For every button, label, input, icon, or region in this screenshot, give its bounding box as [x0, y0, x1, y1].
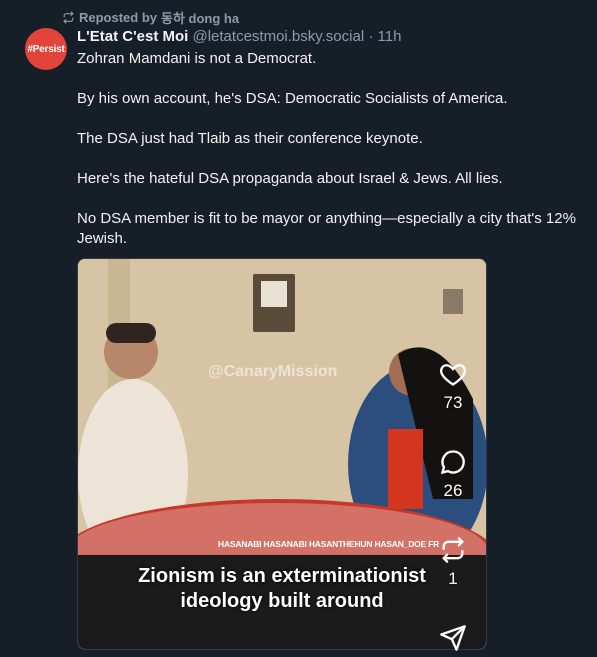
caption-line-1: Zionism is an exterminationist [138, 565, 426, 587]
video-tag-strip: HASANABI HASANABI HASANTHEHUN HASAN_DOE … [218, 539, 440, 549]
comment-action[interactable]: 26 [438, 448, 468, 501]
share-icon [440, 625, 466, 651]
repost-count: 1 [448, 569, 458, 588]
repost-icon [442, 537, 464, 563]
author-name[interactable]: L'Etat C'est Moi [77, 28, 188, 45]
post-paragraph: No DSA member is fit to be mayor or anyt… [77, 210, 576, 247]
video-embed[interactable]: @CanaryMission HASANABI HASANABI HASANTH… [77, 258, 487, 650]
post-header: L'Etat C'est Moi @letatcestmoi.bsky.soci… [77, 28, 401, 45]
comment-icon [440, 450, 465, 475]
avatar-text: #Persist [27, 43, 65, 55]
video-watermark: @CanaryMission [208, 363, 338, 380]
post-time[interactable]: 11h [378, 28, 402, 45]
post-text: Zohran Mamdani is not a Democrat. By his… [77, 49, 582, 269]
post-paragraph: Here's the hateful DSA propaganda about … [77, 170, 503, 187]
repost-action[interactable]: 1 [438, 536, 468, 589]
share-action[interactable] [438, 624, 468, 657]
repost-icon [63, 11, 74, 24]
repost-label: Reposted by [79, 10, 158, 25]
caption-line-2: ideology built around [180, 590, 384, 612]
post-paragraph: By his own account, he's DSA: Democratic… [77, 90, 508, 107]
video-caption: Zionism is an exterminationist ideology … [78, 564, 486, 614]
like-action[interactable]: 73 [438, 360, 468, 413]
avatar[interactable]: #Persist [25, 28, 67, 70]
repost-user[interactable]: 동하 dong ha [161, 8, 239, 27]
author-handle[interactable]: @letatcestmoi.bsky.social [192, 28, 364, 45]
repost-indicator[interactable]: Reposted by 동하 dong ha [62, 8, 239, 27]
post-paragraph: The DSA just had Tlaib as their conferen… [77, 130, 423, 147]
heart-icon [440, 364, 466, 386]
separator-dot: · [368, 28, 374, 45]
post-paragraph: Zohran Mamdani is not a Democrat. [77, 50, 317, 67]
like-count: 73 [443, 393, 463, 412]
comment-count: 26 [443, 481, 463, 500]
